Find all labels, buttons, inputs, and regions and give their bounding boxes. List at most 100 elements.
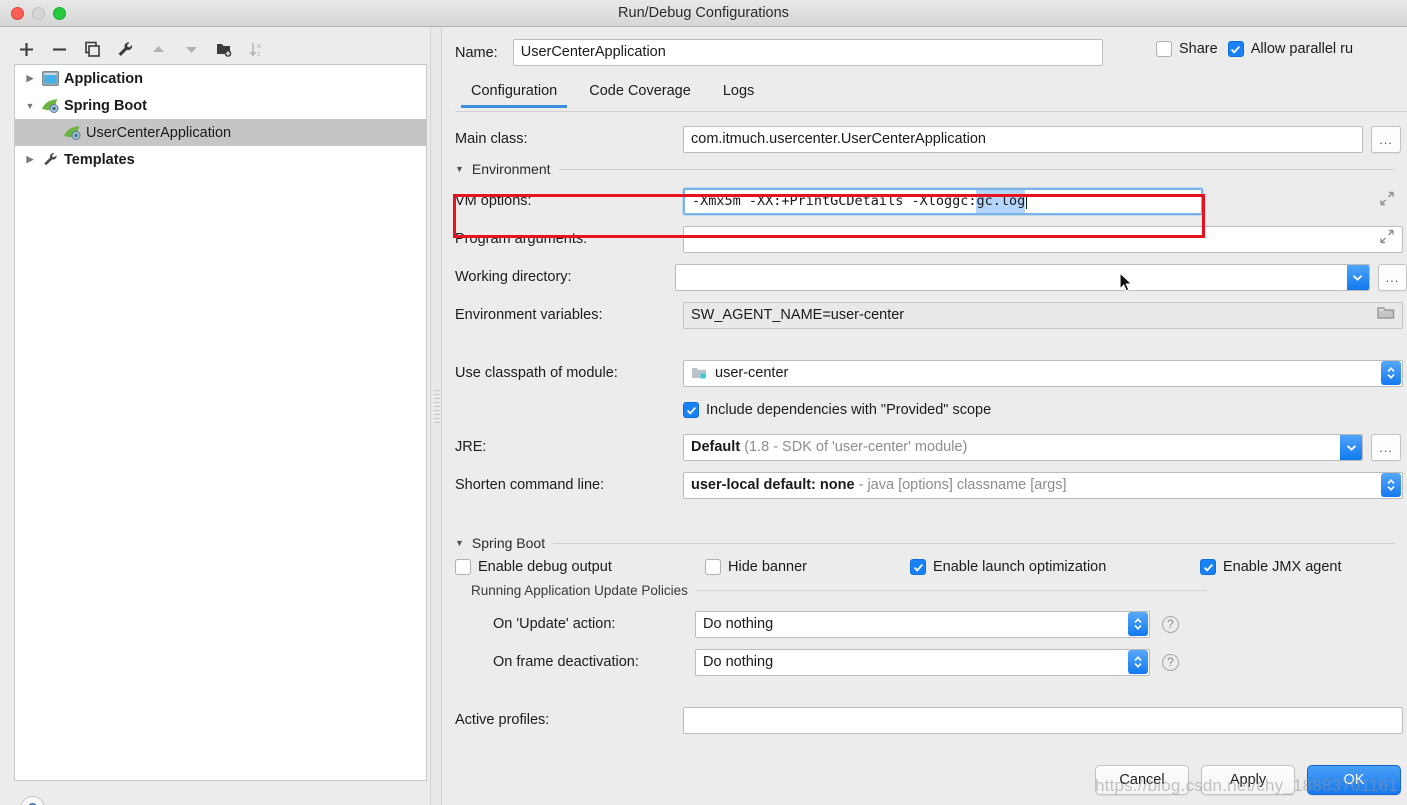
shorten-command-line-combo[interactable]: user-local default: none - java [options… xyxy=(683,471,1403,499)
on-update-action-help-icon[interactable]: ? xyxy=(1162,615,1179,633)
configurations-tree[interactable]: ▶ Application ▼ Spring Boot UserCenterAp… xyxy=(14,64,427,781)
hide-banner-item[interactable]: Hide banner xyxy=(705,559,910,575)
enable-jmx-agent-checkbox[interactable] xyxy=(1200,559,1216,575)
active-profiles-row: Active profiles: xyxy=(443,704,1407,736)
allow-parallel-run-checkbox-item[interactable]: Allow parallel ru xyxy=(1227,41,1353,57)
sort-az-icon: az xyxy=(249,42,261,58)
include-provided-row: Include dependencies with "Provided" sco… xyxy=(443,395,1407,425)
remove-configuration-button[interactable] xyxy=(45,35,74,63)
main-class-label: Main class: xyxy=(455,131,528,147)
enable-debug-output-checkbox[interactable] xyxy=(455,559,471,575)
main-class-input[interactable]: com.itmuch.usercenter.UserCenterApplicat… xyxy=(683,125,1363,153)
chevron-down-icon[interactable]: ▼ xyxy=(455,164,464,174)
chevron-right-icon[interactable]: ▶ xyxy=(21,65,39,92)
chevron-down-icon[interactable] xyxy=(1340,434,1362,460)
program-arguments-field-wrap xyxy=(683,225,1403,253)
jre-value-detail: (1.8 - SDK of 'user-center' module) xyxy=(744,438,968,455)
splitter-grip[interactable] xyxy=(434,390,440,424)
stepper-icon[interactable] xyxy=(1128,650,1148,674)
expand-icon[interactable] xyxy=(1379,229,1395,250)
classpath-module-combo[interactable]: user-center xyxy=(683,359,1403,387)
environment-section-header[interactable]: ▼ Environment xyxy=(443,161,1407,177)
hide-banner-checkbox[interactable] xyxy=(705,559,721,575)
tree-toolbar: az xyxy=(12,35,272,63)
sort-alphabetically-button[interactable]: az xyxy=(243,35,272,63)
chevron-down-icon[interactable]: ▼ xyxy=(21,92,39,119)
name-input[interactable]: UserCenterApplication xyxy=(512,39,1103,66)
text-caret xyxy=(1026,193,1028,209)
stepper-icon[interactable] xyxy=(1381,361,1401,385)
main-class-browse-button[interactable]: ... xyxy=(1371,125,1401,153)
tree-item-templates[interactable]: ▶ Templates xyxy=(15,146,426,173)
svg-text:a: a xyxy=(257,43,261,50)
enable-jmx-agent-item[interactable]: Enable JMX agent xyxy=(1200,559,1342,575)
chevron-down-icon[interactable]: ▼ xyxy=(455,538,464,548)
on-update-action-row: On 'Update' action: Do nothing ? xyxy=(443,608,1407,640)
active-profiles-label: Active profiles: xyxy=(455,712,550,728)
tree-item-spring-boot[interactable]: ▼ Spring Boot xyxy=(15,92,426,119)
chevron-right-icon[interactable]: ▶ xyxy=(21,146,39,173)
enable-debug-output-item[interactable]: Enable debug output xyxy=(455,559,705,575)
jre-combo[interactable]: Default (1.8 - SDK of 'user-center' modu… xyxy=(683,433,1363,461)
stepper-icon[interactable] xyxy=(1128,612,1148,636)
tab-code-coverage[interactable]: Code Coverage xyxy=(573,83,707,107)
working-directory-browse-button[interactable]: ... xyxy=(1377,263,1407,291)
tree-item-application[interactable]: ▶ Application xyxy=(15,65,426,92)
tree-item-label: Templates xyxy=(64,151,135,168)
on-frame-deactivation-combo[interactable]: Do nothing xyxy=(695,648,1150,676)
tree-item-label: Spring Boot xyxy=(64,97,147,114)
module-icon xyxy=(691,366,708,380)
spring-boot-section-label: Spring Boot xyxy=(471,535,546,551)
chevron-down-icon[interactable] xyxy=(1346,264,1369,290)
tab-configuration[interactable]: Configuration xyxy=(455,83,573,108)
stepper-icon[interactable] xyxy=(1381,473,1401,497)
classpath-module-label: Use classpath of module: xyxy=(455,365,618,381)
main-class-row: Main class: com.itmuch.usercenter.UserCe… xyxy=(443,123,1407,155)
section-divider xyxy=(558,168,1395,170)
enable-launch-optimization-checkbox[interactable] xyxy=(910,559,926,575)
new-folder-button[interactable] xyxy=(210,35,239,63)
working-directory-input[interactable] xyxy=(674,263,1370,291)
on-frame-deactivation-help-icon[interactable]: ? xyxy=(1162,653,1179,671)
move-down-button[interactable] xyxy=(177,35,206,63)
spring-boot-section-header[interactable]: ▼ Spring Boot xyxy=(443,535,1407,551)
form-spacer xyxy=(443,337,1407,357)
title-bar: Run/Debug Configurations xyxy=(0,0,1407,27)
form-spacer-2 xyxy=(443,507,1407,529)
folder-icon[interactable] xyxy=(1377,305,1395,325)
environment-variables-input[interactable]: SW_AGENT_NAME=user-center xyxy=(683,301,1403,329)
vm-options-selected-text: gc.log xyxy=(976,189,1026,213)
help-button[interactable]: ? xyxy=(20,796,45,805)
tree-item-usercenterapplication[interactable]: UserCenterApplication xyxy=(15,119,426,146)
add-configuration-button[interactable] xyxy=(12,35,41,63)
on-update-action-combo[interactable]: Do nothing xyxy=(695,610,1150,638)
move-up-button[interactable] xyxy=(144,35,173,63)
plus-icon xyxy=(20,42,33,56)
copy-configuration-button[interactable] xyxy=(78,35,107,63)
expand-icon[interactable] xyxy=(1379,191,1395,212)
run-debug-configurations-window: Run/Debug Configurations a z ▶ Applicati… xyxy=(0,0,1407,805)
jre-label: JRE: xyxy=(455,439,487,455)
tab-logs[interactable]: Logs xyxy=(707,83,770,107)
on-update-action-value: Do nothing xyxy=(703,615,774,632)
include-provided-checkbox-item[interactable]: Include dependencies with "Provided" sco… xyxy=(683,402,991,418)
share-checkbox[interactable] xyxy=(1156,41,1172,57)
enable-launch-optimization-item[interactable]: Enable launch optimization xyxy=(910,559,1200,575)
folder-plus-icon xyxy=(216,43,231,57)
program-arguments-row: Program arguments: xyxy=(443,223,1407,255)
edit-templates-button[interactable] xyxy=(111,35,140,63)
program-arguments-input[interactable] xyxy=(683,225,1403,253)
update-policies-header: Running Application Update Policies xyxy=(443,583,1407,598)
allow-parallel-run-checkbox[interactable] xyxy=(1227,41,1244,57)
include-provided-checkbox[interactable] xyxy=(683,402,699,418)
panel-splitter[interactable] xyxy=(430,27,442,805)
active-profiles-input[interactable] xyxy=(683,706,1403,734)
configuration-form: Main class: com.itmuch.usercenter.UserCe… xyxy=(443,123,1407,742)
vm-options-input[interactable]: -Xmx5m -XX:+PrintGCDetails -Xloggc: gc.lo… xyxy=(683,187,1203,215)
enable-debug-output-label: Enable debug output xyxy=(478,559,612,575)
jre-browse-button[interactable]: ... xyxy=(1371,433,1401,461)
section-divider xyxy=(695,590,1207,591)
form-spacer-3 xyxy=(443,684,1407,704)
share-checkbox-item[interactable]: Share xyxy=(1156,41,1218,57)
shorten-command-line-label: Shorten command line: xyxy=(455,477,605,493)
